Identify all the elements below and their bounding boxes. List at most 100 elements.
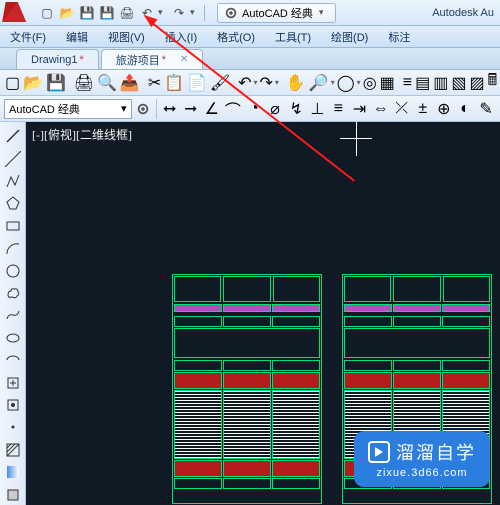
redo-dropdown-icon[interactable]: ▾ (190, 7, 200, 18)
sheetset-icon[interactable]: ▧ (450, 72, 467, 94)
menu-tools[interactable]: 工具(T) (265, 26, 321, 47)
publish-icon[interactable]: 📤 (119, 72, 141, 94)
tolerance-icon[interactable]: ± (413, 98, 433, 120)
standard-toolbar: ▢ 📂 💾 🖨 🔍 📤 ✂ 📋 📄 🖌 ↶▾ ↷▾ ✋ 🔎▾ ◯▾ ◎ ▦ ≡ … (0, 70, 500, 96)
dirty-mark: * (162, 54, 166, 66)
save-icon[interactable]: 💾 (78, 4, 96, 22)
tab-label: Drawing1 (31, 54, 77, 66)
play-icon (368, 441, 390, 463)
polyline-icon[interactable] (2, 171, 24, 191)
dim-aligned-icon[interactable]: ⭢ (181, 98, 201, 120)
tab-label: 旅游项目 (116, 52, 160, 68)
undo-dropdown-icon[interactable]: ▾ (158, 7, 168, 18)
print-icon[interactable]: 🖨 (118, 4, 136, 22)
dirty-mark: * (79, 54, 83, 66)
saveas-icon[interactable]: 💾 (98, 4, 116, 22)
open-icon[interactable]: 📂 (58, 4, 76, 22)
line-icon[interactable] (2, 126, 24, 146)
dim-linear-icon[interactable]: ⭤ (160, 98, 180, 120)
calc-icon[interactable]: 🖩 (487, 72, 499, 94)
document-tabs: Drawing1* 旅游项目* ✕ (0, 48, 500, 70)
center-mark-icon[interactable]: ⊕ (434, 98, 454, 120)
redo-icon[interactable]: ↷ (170, 4, 188, 22)
chevron-down-icon[interactable]: ▾ (253, 78, 257, 87)
separator (156, 99, 157, 119)
showhide-icon[interactable]: ▦ (379, 72, 396, 94)
chevron-down-icon: ▾ (121, 102, 127, 115)
tab-drawing1[interactable]: Drawing1* (16, 49, 99, 69)
sheet-1 (172, 274, 322, 504)
menu-format[interactable]: 格式(O) (207, 26, 265, 47)
hatch-icon[interactable] (2, 440, 24, 460)
wheel-icon[interactable]: ◎ (362, 72, 378, 94)
chevron-down-icon[interactable]: ▾ (331, 78, 335, 87)
dim-continue-icon[interactable]: ⇥ (349, 98, 369, 120)
make-block-icon[interactable] (2, 395, 24, 415)
draw-toolbar-vertical (0, 122, 26, 505)
chevron-down-icon[interactable]: ▾ (319, 7, 329, 18)
insert-block-icon[interactable] (2, 372, 24, 392)
dim-ordinate-icon[interactable]: ⊥ (307, 98, 327, 120)
app-title: Autodesk Au (432, 7, 494, 19)
inspect-icon[interactable]: ◐ (455, 98, 475, 120)
quick-access-toolbar: ▢ 📂 💾 💾 🖨 ↶ ▾ ↷ ▾ AutoCAD 经典 ▾ (38, 3, 336, 23)
dim-jogged-icon[interactable]: ↯ (286, 98, 306, 120)
crosshair-h (340, 138, 372, 139)
new-icon[interactable]: ▢ (4, 72, 21, 94)
menubar: 文件(F) 编辑 视图(V) 插入(I) 格式(O) 工具(T) 绘图(D) 标… (0, 26, 500, 48)
dim-arc-icon[interactable]: ⌒ (223, 98, 243, 120)
rectangle-icon[interactable] (2, 216, 24, 236)
chevron-down-icon[interactable]: ▾ (357, 78, 361, 87)
app-menu-button[interactable] (4, 2, 30, 24)
workspace-label: AutoCAD 经典 (242, 5, 313, 21)
ellipse-arc-icon[interactable] (2, 350, 24, 370)
dim-break-icon[interactable]: ⤫ (392, 98, 412, 120)
menu-dim[interactable]: 标注 (378, 26, 420, 47)
gear-icon[interactable] (133, 98, 153, 120)
preview-icon[interactable]: 🔍 (96, 72, 118, 94)
spline-icon[interactable] (2, 305, 24, 325)
circle-icon[interactable] (2, 260, 24, 280)
revcloud-icon[interactable] (2, 283, 24, 303)
separator (204, 5, 205, 21)
dim-angular-icon[interactable]: ∠ (202, 98, 222, 120)
close-icon[interactable]: ✕ (180, 54, 188, 65)
new-icon[interactable]: ▢ (38, 4, 56, 22)
copy-icon[interactable]: 📋 (163, 72, 185, 94)
menu-draw[interactable]: 绘图(D) (321, 26, 378, 47)
open-icon[interactable]: 📂 (22, 72, 44, 94)
print-icon[interactable]: 🖨 (73, 72, 95, 94)
gear-icon (224, 6, 238, 20)
viewport-label[interactable]: [-][俯视][二维线框] (32, 126, 132, 143)
chevron-down-icon[interactable]: ▾ (275, 78, 279, 87)
redo-icon[interactable]: ↷ (258, 72, 273, 94)
menu-edit[interactable]: 编辑 (56, 26, 98, 47)
workspace-switcher[interactable]: AutoCAD 经典 ▾ (217, 3, 336, 23)
arc-icon[interactable] (2, 238, 24, 258)
props-icon[interactable]: ≡ (402, 72, 413, 94)
dim-diameter-icon[interactable]: ⌀ (265, 98, 285, 120)
pan-icon[interactable]: ✋ (285, 72, 307, 94)
point-icon[interactable] (2, 417, 24, 437)
workspace-select[interactable]: AutoCAD 经典 ▾ (4, 99, 132, 119)
region-icon[interactable] (2, 485, 24, 505)
paste-icon[interactable]: 📄 (186, 72, 208, 94)
designcenter-icon[interactable]: ▤ (414, 72, 431, 94)
menu-view[interactable]: 视图(V) (98, 26, 155, 47)
cut-icon[interactable]: ✂ (147, 72, 162, 94)
menu-file[interactable]: 文件(F) (0, 26, 56, 47)
markup-icon[interactable]: ▨ (469, 72, 486, 94)
toolpalette-icon[interactable]: ▥ (432, 72, 449, 94)
titlebar: ▢ 📂 💾 💾 🖨 ↶ ▾ ↷ ▾ AutoCAD 经典 ▾ Autodesk … (0, 0, 500, 26)
dim-edit-icon[interactable]: ✎ (476, 98, 496, 120)
dim-baseline-icon[interactable]: ≡ (328, 98, 348, 120)
save-icon[interactable]: 💾 (45, 72, 67, 94)
zoom-icon[interactable]: 🔎 (308, 72, 330, 94)
ellipse-icon[interactable] (2, 328, 24, 348)
orbit-icon[interactable]: ◯ (336, 72, 356, 94)
polygon-icon[interactable] (2, 193, 24, 213)
xline-icon[interactable] (2, 148, 24, 168)
workspace-select-label: AutoCAD 经典 (9, 101, 80, 117)
gradient-icon[interactable] (2, 462, 24, 482)
dim-space-icon[interactable]: ⇔ (371, 98, 391, 120)
